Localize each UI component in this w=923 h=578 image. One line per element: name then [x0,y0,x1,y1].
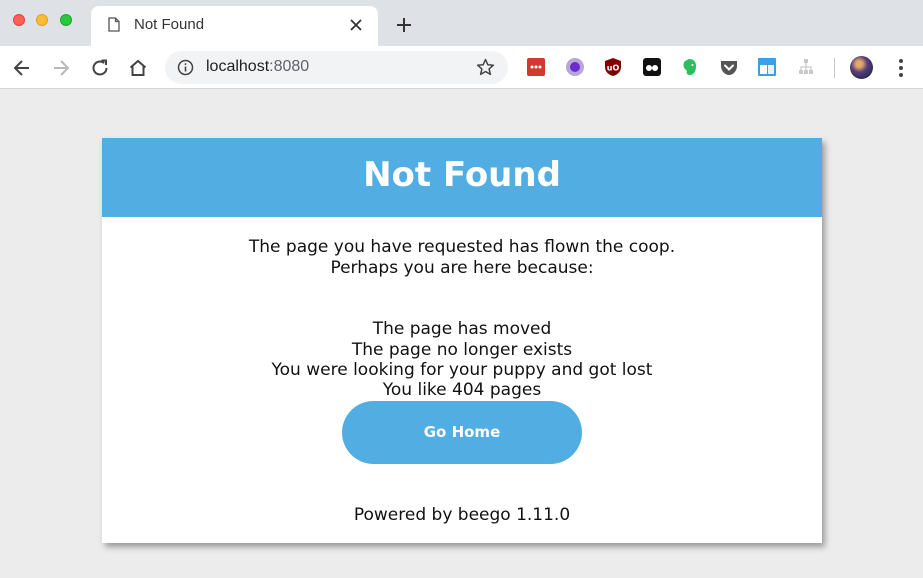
url-host: localhost [206,58,270,75]
intro-line-1: The page you have requested has flown th… [248,237,676,257]
tab-title: Not Found [134,16,205,33]
todoist-icon[interactable] [526,57,546,77]
maximize-window-button[interactable] [60,14,72,26]
page-title: Not Found [363,155,561,195]
tracker-icon[interactable] [642,57,662,77]
reason-item: The page has moved [372,319,552,339]
sitemap-icon[interactable] [796,57,816,77]
purple-circle-icon[interactable] [565,57,585,77]
reason-item: The page no longer exists [351,340,573,360]
browser-titlebar: Not Found [0,0,923,46]
new-tab-icon[interactable] [395,16,413,34]
reload-icon[interactable] [89,57,111,79]
pocket-icon[interactable] [719,57,739,77]
reason-item: You were looking for your puppy and got … [271,360,653,380]
card-header: Not Found [102,138,822,217]
intro-line-2: Perhaps you are here because: [330,258,594,278]
evernote-icon[interactable] [680,57,700,77]
url-text: localhost:8080 [206,58,309,76]
powered-by-footer: Powered by beego 1.11.0 [353,505,571,525]
minimize-window-button[interactable] [36,14,48,26]
ublock-icon[interactable]: uO [603,57,623,77]
home-icon[interactable] [127,57,149,79]
url-port: :8080 [269,58,310,75]
more-menu-icon[interactable] [898,58,904,78]
close-window-button[interactable] [13,14,25,26]
browser-toolbar: localhost:8080 uO [0,46,923,89]
address-bar[interactable]: localhost:8080 [165,51,508,84]
forward-icon[interactable] [50,57,72,79]
not-found-card: Not Found The page you have requested ha… [102,138,822,543]
toolbar-separator [834,58,835,78]
document-icon [108,17,120,32]
window-icon[interactable] [757,57,777,77]
reason-item: You like 404 pages [382,380,542,400]
go-home-button[interactable]: Go Home [342,401,582,464]
svg-text:uO: uO [607,64,620,73]
browser-tab[interactable]: Not Found [91,6,378,46]
back-icon[interactable] [11,57,33,79]
profile-avatar[interactable] [850,56,873,79]
info-icon[interactable] [177,59,194,76]
bookmark-star-icon[interactable] [476,58,495,77]
close-tab-icon[interactable] [349,18,363,32]
